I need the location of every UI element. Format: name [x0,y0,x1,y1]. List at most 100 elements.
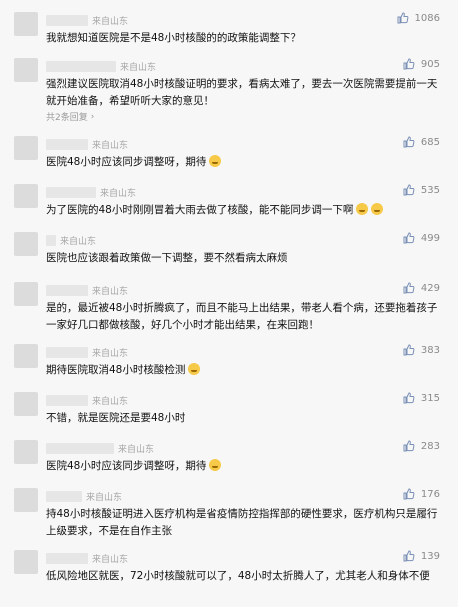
username-redacted[interactable] [46,284,88,296]
username-redacted[interactable] [46,14,88,26]
like-button[interactable]: 315 [403,392,440,404]
like-count: 1086 [414,12,440,24]
like-count: 905 [420,58,440,70]
username-redacted[interactable] [46,138,88,150]
avatar[interactable] [14,488,38,512]
like-button[interactable]: 283 [403,440,440,452]
like-count: 176 [420,488,440,500]
comment-text: 期待医院取消48小时核酸检测 [46,364,186,376]
comment-list: 来自山东 1086 我就想知道医院是不是48小时核酸的的政策能调整下？ 来自山东… [0,0,458,607]
comment-meta: 来自山东 [46,344,128,360]
like-button[interactable]: 685 [403,136,440,148]
comment-meta: 来自山东 [46,440,154,456]
like-button[interactable]: 176 [403,488,440,500]
comment-meta: 来自山东 [46,282,128,298]
avatar[interactable] [14,440,38,464]
avatar[interactable] [14,282,38,306]
like-count: 685 [420,136,440,148]
comment-item: 来自山东 535 为了医院的48小时刚刚冒着大雨去做了核酸，能不能同步调一下啊 [0,184,458,224]
comment-meta: 来自山东 [46,488,122,504]
avatar[interactable] [14,344,38,368]
comment-meta: 来自山东 [46,136,128,152]
comment-meta: 来自山东 [46,232,96,248]
comment-item: 来自山东 1086 我就想知道医院是不是48小时核酸的的政策能调整下？ [0,12,458,50]
comment-text-row: 医院48小时应该同步调整呀，期待 [46,154,444,171]
location-label: 来自山东 [92,16,129,27]
location-label: 来自山东 [92,348,129,359]
avatar[interactable] [14,12,38,36]
username-redacted[interactable] [46,490,82,502]
smile-emoji-icon [209,459,222,471]
location-label: 来自山东 [86,492,123,503]
smile-emoji-icon [209,155,222,167]
thumbs-up-icon [403,550,415,562]
tongue-emoji-icon [188,363,201,375]
like-count: 139 [420,550,440,562]
comment-text: 强烈建议医院取消48小时核酸证明的要求，看病太难了，要去一次医院需要提前一天就开… [46,78,438,107]
comment-text-row: 期待医院取消48小时核酸检测 [46,362,444,379]
comment-item: 来自山东 499 医院也应该跟着政策做一下调整，要不然看病太麻烦 [0,232,458,272]
thumbs-up-icon [397,12,408,24]
comment-text: 医院也应该跟着政策做一下调整，要不然看病太麻烦 [46,252,288,264]
thumbs-up-icon [403,58,415,70]
replies-count-text: 共2条回复 [46,113,88,123]
like-count: 429 [420,282,440,294]
avatar[interactable] [14,392,38,416]
location-label: 来自山东 [92,396,129,407]
comment-text: 为了医院的48小时刚刚冒着大雨去做了核酸，能不能同步调一下啊 [46,204,354,216]
comment-text: 医院48小时应该同步调整呀，期待 [46,156,207,168]
location-label: 来自山东 [120,62,157,73]
location-label: 来自山东 [60,236,97,247]
comment-text: 是的，最近被48小时折腾疯了，而且不能马上出结果，带老人看个病，还要拖着孩子一家… [46,302,438,331]
username-redacted[interactable] [46,552,88,564]
view-replies-link[interactable]: 共2条回复 › [46,110,95,124]
thumbs-up-icon [403,392,415,404]
comment-meta: 来自山东 [46,392,128,408]
like-count: 535 [420,184,440,196]
like-button[interactable]: 383 [403,344,440,356]
grin-emoji-icon [371,203,384,215]
comment-text: 我就想知道医院是不是48小时核酸的的政策能调整下？ [46,32,301,44]
like-button[interactable]: 499 [403,232,440,244]
avatar[interactable] [14,184,38,208]
username-redacted[interactable] [46,186,96,198]
location-label: 来自山东 [92,286,129,297]
like-button[interactable]: 905 [403,58,440,70]
thumbs-up-icon [403,136,415,148]
comment-item: 来自山东 176 持48小时核酸证明进入医疗机构是省疫情防控指挥部的硬性要求，医… [0,488,458,544]
avatar[interactable] [14,550,38,574]
chevron-right-icon: › [90,111,95,122]
comment-text: 持48小时核酸证明进入医疗机构是省疫情防控指挥部的硬性要求，医疗机构只是履行上级… [46,508,438,537]
like-count: 383 [420,344,440,356]
like-count: 283 [420,440,440,452]
like-button[interactable]: 535 [403,184,440,196]
avatar[interactable] [14,232,38,256]
location-label: 来自山东 [100,188,137,199]
comment-text: 医院48小时应该同步调整呀，期待 [46,460,207,472]
comment-meta: 来自山东 [46,550,128,566]
thumbs-up-icon [403,488,415,500]
username-redacted[interactable] [46,394,88,406]
username-redacted[interactable] [46,234,56,246]
like-count: 499 [420,232,440,244]
username-redacted[interactable] [46,60,116,72]
username-redacted[interactable] [46,346,88,358]
location-label: 来自山东 [92,554,129,565]
like-button[interactable]: 139 [403,550,440,562]
avatar[interactable] [14,58,38,82]
comment-meta: 来自山东 [46,184,136,200]
thumbs-up-icon [403,184,415,196]
comment-text: 低风险地区就医，72小时核酸就可以了，48小时太折腾人了，尤其老人和身体不便 [46,570,430,582]
like-count: 315 [420,392,440,404]
comment-meta: 来自山东 [46,12,128,28]
thumbs-up-icon [403,344,415,356]
avatar[interactable] [14,136,38,160]
thumbs-up-icon [403,282,415,294]
like-button[interactable]: 429 [403,282,440,294]
like-button[interactable]: 1086 [397,12,440,24]
comment-item: 来自山东 685 医院48小时应该同步调整呀，期待 [0,136,458,176]
comment-meta: 来自山东 [46,58,156,74]
comment-item: 来自山东 283 医院48小时应该同步调整呀，期待 [0,440,458,478]
comment-item: 来自山东 139 低风险地区就医，72小时核酸就可以了，48小时太折腾人了，尤其… [0,550,458,606]
username-redacted[interactable] [46,442,114,454]
